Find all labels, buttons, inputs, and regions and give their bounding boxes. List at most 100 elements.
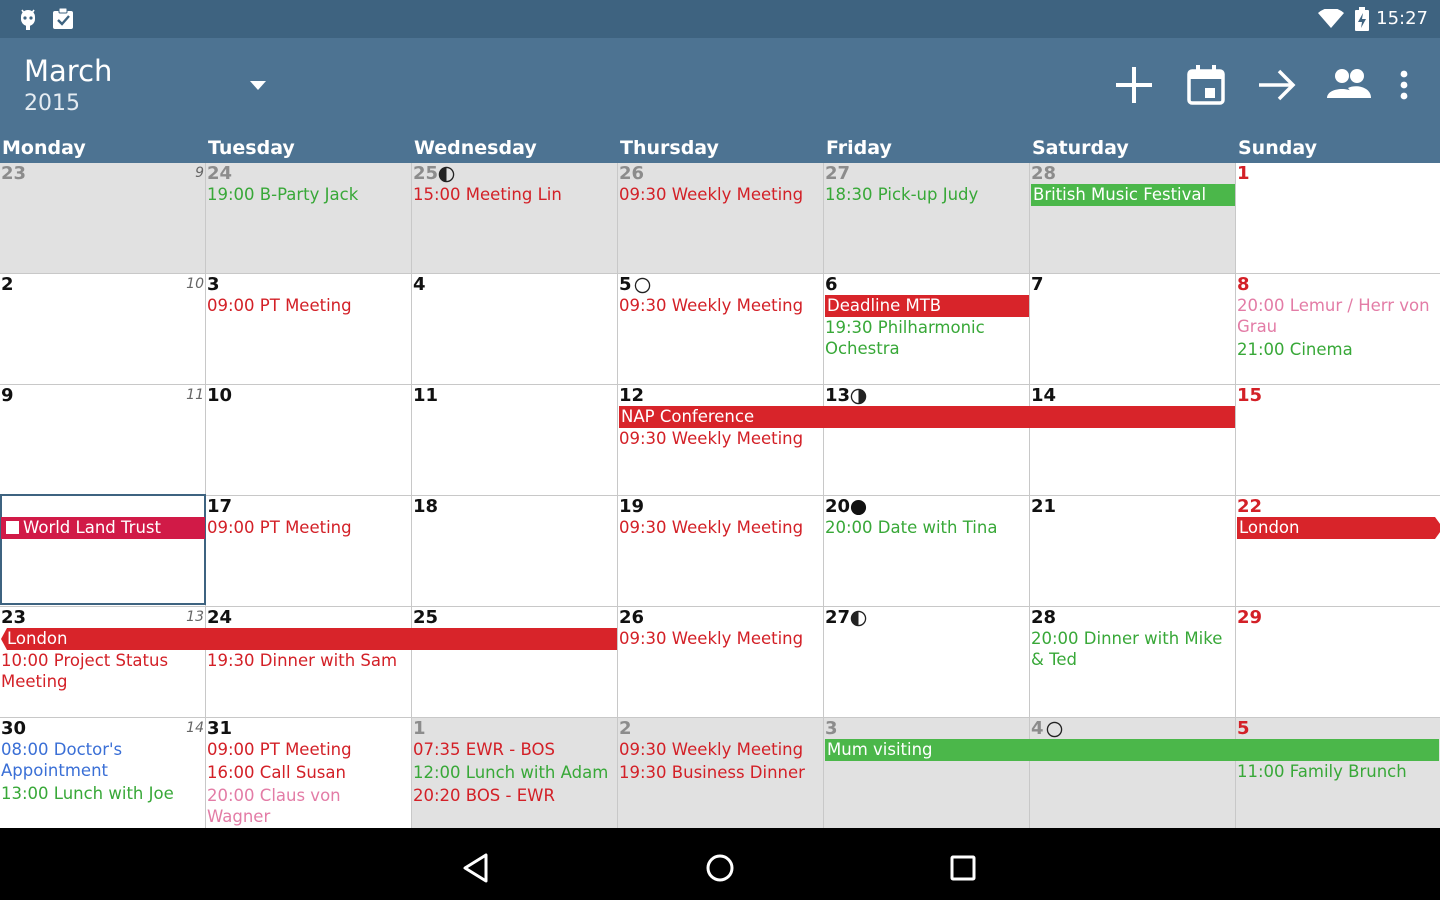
day-cell[interactable]: 19 09:30 Weekly Meeting (618, 496, 824, 607)
calendar-event[interactable]: 08:00 Doctor's Appointment (1, 739, 203, 781)
moon-phase-icon (1046, 721, 1063, 738)
day-cell[interactable]: 4 (412, 274, 618, 385)
day-cell[interactable]: 18 (412, 496, 618, 607)
calendar-event[interactable]: 19:30 Philharmonic Ochestra (825, 317, 1027, 359)
calendar-event[interactable]: 09:30 Weekly Meeting (619, 628, 821, 649)
day-cell[interactable]: 25 15:00 Meeting Lin (412, 163, 618, 274)
calendar-event[interactable]: 19:00 B-Party Jack (207, 184, 409, 205)
calendar-event[interactable]: 09:30 Weekly Meeting (619, 739, 821, 760)
calendar-event[interactable]: 09:00 PT Meeting (207, 295, 409, 316)
all-day-event-label: London (7, 629, 68, 648)
all-day-event[interactable]: Deadline MTB (825, 295, 1029, 317)
weekday-label: Thursday (620, 137, 719, 159)
day-number: 22 (1237, 496, 1263, 517)
calendar-event[interactable]: 18:30 Pick-up Judy (825, 184, 1027, 205)
calendar-event[interactable]: 20:00 Date with Tina (825, 517, 1027, 538)
all-day-event[interactable]: British Music Festival (1031, 184, 1235, 206)
day-number: 21 (1031, 496, 1057, 517)
day-cell[interactable]: 26 09:30 Weekly Meeting (618, 607, 824, 718)
calendar-event[interactable]: 20:00 Lemur / Herr von Grau (1237, 295, 1437, 337)
day-cell[interactable]: 30 14 08:00 Doctor's Appointment 13:00 Lunc… (0, 718, 206, 829)
calendar-event[interactable]: 20:00 Claus von Wagner (207, 785, 409, 827)
overflow-menu-button[interactable] (1381, 62, 1427, 108)
all-day-event-label: British Music Festival (1033, 185, 1207, 204)
day-cell[interactable]: 22 (1236, 496, 1440, 607)
day-cell[interactable]: 29 (1236, 607, 1440, 718)
calendar-event[interactable]: 15:00 Meeting Lin (413, 184, 615, 205)
day-cell[interactable]: 17 09:00 PT Meeting (206, 496, 412, 607)
day-cell[interactable]: 11 (412, 385, 618, 496)
day-cell[interactable]: 28 20:00 Dinner with Mike & Ted (1030, 607, 1236, 718)
back-icon[interactable] (457, 848, 497, 888)
calendar-event[interactable]: 21:00 Cinema (1237, 339, 1437, 360)
day-cell[interactable]: 5 09:30 Weekly Meeting (618, 274, 824, 385)
calendar-event[interactable]: 19:30 Dinner with Sam (207, 650, 409, 671)
day-cell[interactable]: 12 09:30 Weekly Meeting (618, 385, 824, 496)
calendar-event[interactable]: 11:00 Family Brunch (1237, 761, 1437, 782)
all-day-event[interactable]: London (1237, 517, 1440, 539)
calendar-event[interactable]: 10:00 Project Status Meeting (1, 650, 203, 692)
day-cell[interactable]: 2 10 (0, 274, 206, 385)
day-cell[interactable]: 3 (824, 718, 1030, 829)
day-cell[interactable]: 1 07:35 EWR - BOS 12:00 Lunch with Adam 20:… (412, 718, 618, 829)
day-cell[interactable]: 23 13 10:00 Project Status Meeting (0, 607, 206, 718)
day-cell[interactable]: 31 09:00 PT Meeting 16:00 Call Susan 20:00 … (206, 718, 412, 829)
day-cell[interactable]: 28 (1030, 163, 1236, 274)
day-cell[interactable]: 4 (1030, 718, 1236, 829)
weekday-label: Friday (826, 137, 892, 159)
calendar-event[interactable]: 20:00 Dinner with Mike & Ted (1031, 628, 1233, 670)
day-number: 8 (1237, 274, 1250, 295)
all-day-event[interactable]: London (1, 628, 617, 650)
day-cell[interactable]: 9 11 (0, 385, 206, 496)
calendar-event[interactable]: 13:00 Lunch with Joe (1, 783, 203, 804)
all-day-event-label: World Land Trust (23, 518, 161, 537)
day-number: 5 (1237, 718, 1250, 739)
calendar-event[interactable]: 09:30 Weekly Meeting (619, 184, 821, 205)
calendar-event[interactable]: 09:00 PT Meeting (207, 517, 409, 538)
month-selector[interactable]: March 2015 (0, 38, 290, 134)
calendar-event[interactable]: 09:00 PT Meeting (207, 739, 409, 760)
go-to-date-button[interactable] (1255, 62, 1301, 108)
calendar-event[interactable]: 20:20 BOS - EWR (413, 785, 615, 806)
today-button[interactable] (1183, 62, 1229, 108)
day-cell[interactable]: 1 (1236, 163, 1440, 274)
moon-phase-icon (438, 166, 455, 183)
all-day-event[interactable]: World Land Trust (1, 517, 205, 539)
day-cell[interactable]: 21 (1030, 496, 1236, 607)
day-cell[interactable]: 6 19:30 Philharmonic Ochestra (824, 274, 1030, 385)
home-icon[interactable] (700, 848, 740, 888)
day-cell[interactable]: 7 (1030, 274, 1236, 385)
all-day-event[interactable]: NAP Conference (619, 406, 1235, 428)
recents-icon[interactable] (943, 848, 983, 888)
add-button[interactable] (1111, 62, 1157, 108)
day-cell[interactable]: 15 (1236, 385, 1440, 496)
day-cell[interactable]: 3 09:00 PT Meeting (206, 274, 412, 385)
calendar-event[interactable]: 12:00 Lunch with Adam (413, 762, 615, 783)
day-cell[interactable]: 2 09:30 Weekly Meeting 19:30 Business Dinn… (618, 718, 824, 829)
calendar-event[interactable]: 07:35 EWR - BOS (413, 739, 615, 760)
week-number: 13 (186, 609, 204, 625)
calendar-event[interactable]: 09:30 Weekly Meeting (619, 295, 821, 316)
day-cell[interactable]: 27 (824, 607, 1030, 718)
day-cell[interactable]: 5 11:00 Family Brunch (1236, 718, 1440, 829)
calendar-event[interactable]: 16:00 Call Susan (207, 762, 409, 783)
calendar-event[interactable]: 19:30 Business Dinner (619, 762, 821, 783)
calendar-event[interactable]: 09:30 Weekly Meeting (619, 428, 821, 449)
day-cell[interactable]: 25 (412, 607, 618, 718)
day-cell[interactable]: 24 19:00 B-Party Jack (206, 163, 412, 274)
calendars-button[interactable] (1326, 62, 1372, 108)
day-cell[interactable]: 26 09:30 Weekly Meeting (618, 163, 824, 274)
day-cell[interactable]: 14 (1030, 385, 1236, 496)
all-day-event[interactable]: Mum visiting (825, 739, 1439, 761)
day-cell[interactable]: 20 20:00 Date with Tina (824, 496, 1030, 607)
day-cell[interactable]: 16 12 (0, 496, 206, 607)
day-cell[interactable]: 27 18:30 Pick-up Judy (824, 163, 1030, 274)
day-number: 23 (1, 163, 27, 184)
calendar-event[interactable]: 09:30 Weekly Meeting (619, 517, 821, 538)
event-checkbox[interactable] (6, 521, 19, 534)
day-cell[interactable]: 23 9 (0, 163, 206, 274)
day-cell[interactable]: 13 (824, 385, 1030, 496)
day-cell[interactable]: 10 (206, 385, 412, 496)
day-cell[interactable]: 24 19:30 Dinner with Sam (206, 607, 412, 718)
day-cell[interactable]: 8 20:00 Lemur / Herr von Grau 21:00 Cinema (1236, 274, 1440, 385)
